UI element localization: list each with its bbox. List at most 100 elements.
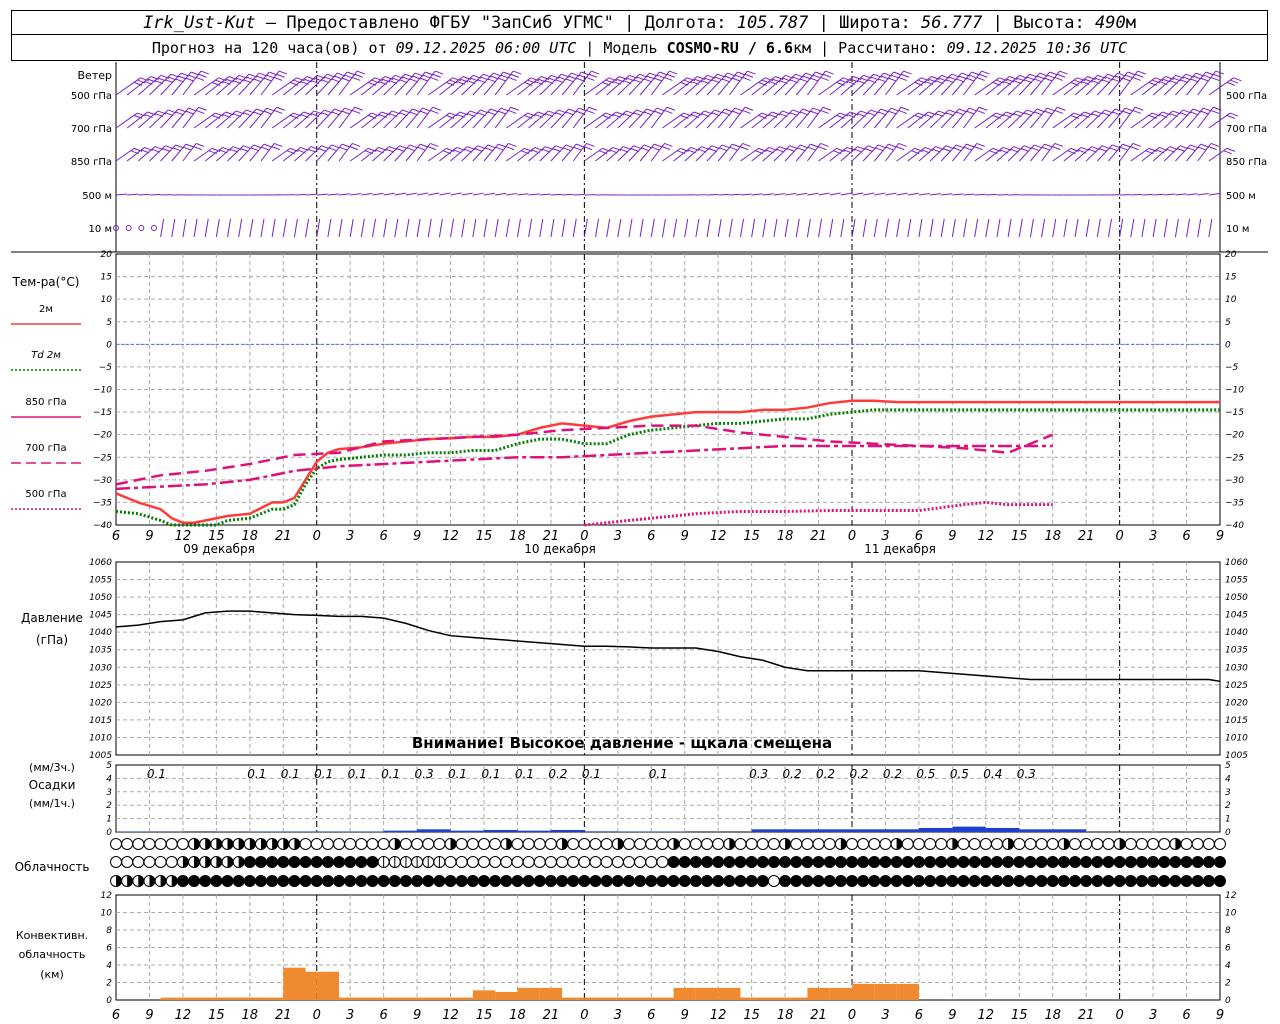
wind-barb-feather [474,148,483,152]
conv-bar [829,987,852,1000]
cloud-symbol [1135,838,1148,850]
conv-xtick: 0 [580,1008,588,1023]
wind-barb [863,192,875,196]
wind-barb-feather [484,147,494,152]
wind-barb [271,77,297,96]
temp-xtick: 15 [476,529,493,544]
wind-barb-feather [430,76,439,81]
cloud-symbol [1080,856,1093,868]
wind-barb-feather [500,107,509,112]
wind-barb-feather [508,76,517,81]
cloud-symbol [712,875,725,887]
cloud-symbol [1158,856,1171,868]
wind-barb-feather [877,78,887,83]
wind-barb-feather [1197,146,1207,151]
conv-bar [628,997,652,1000]
conv-xtick: 0 [848,1008,856,1023]
cloud-symbol [578,838,591,850]
convective-cloud-panel: 0 0 2 2 4 4 6 6 8 8 10 10 12 12 Конвективн. облачность (… [16,891,1237,1023]
wind-barb [773,193,786,196]
wind-barb-feather [419,110,429,115]
wind-barb-feather [1137,70,1146,75]
wind-barb [1052,147,1072,162]
conv-bar [450,997,473,1000]
wind-barb-feather [799,78,809,83]
temp-ytick-right: 20 [1225,250,1237,260]
cloud-symbol [1147,838,1160,850]
cloud-symbol [522,856,535,868]
pressure-ytick-left: 1035 [89,646,112,656]
wind-barb [282,218,287,238]
wind-barb-feather [1135,106,1144,111]
wind-barb [1174,218,1179,238]
cloud-symbol [489,856,502,868]
wind-barb [1052,218,1057,238]
conv-xtick: 6 [1182,1008,1190,1023]
temp-xtick: 0 [848,529,856,544]
wind-barb [461,218,466,238]
wind-barb [450,218,455,238]
wind-barb-feather [875,147,884,152]
meteogram-svg: Ветер 500 гПа 500 гПа 700 гПа 700 гПа 850 гПа… [11,62,1268,1023]
wind-barb [550,193,562,196]
wind-barb [974,193,986,196]
conv-xtick: 21 [810,1008,827,1023]
wind-barb-feather [810,143,819,148]
wind-barb-feather [341,143,351,148]
cloud-symbol [355,838,368,850]
cloud-symbol [243,875,256,887]
wind-barb [416,218,421,238]
wind-barb-feather [888,77,897,82]
conv-xtick: 15 [743,1008,760,1023]
cloud-symbol [901,875,914,887]
temp-xtick: 21 [275,529,292,544]
conv-xtick: 9 [948,1008,956,1023]
cloud-symbol [533,856,546,868]
cloud-symbol [678,856,691,868]
wind-barb [1164,193,1176,196]
cloud-symbol [734,856,747,868]
cloud-symbol [622,856,635,868]
wind-barb-feather [588,73,598,78]
wind-barb-feather [430,109,439,114]
wind-barb-feather [354,106,363,111]
wind-barb-feather [1135,73,1144,78]
wind-barb-feather [274,109,283,114]
wind-barb-feather [742,76,751,81]
cloud-symbol [756,875,769,887]
cloud-symbol [968,856,981,868]
wind-barb [238,218,243,238]
wind-barb-feather [825,70,834,75]
cloud-symbol [522,875,535,887]
cloud-symbol [812,838,825,850]
wind-barb [305,218,310,238]
wind-barb-feather [656,74,666,79]
wind-barb-feather [1034,144,1043,149]
wind-barb-feather [890,74,900,79]
wind-barb-feather [729,146,738,151]
cloud-symbol [388,875,401,887]
precip-bar [852,829,886,832]
conv-xtick: 21 [275,1008,292,1023]
wind-barb-feather [810,77,819,82]
conv-bar [562,997,585,1000]
conv-bar [896,983,919,1000]
wind-barb [505,218,510,238]
wind-barb-feather [1208,146,1217,151]
wind-barb-feather [495,146,504,151]
wind-barb-feather [344,74,353,79]
wind-barb [929,193,942,196]
wind-barb-feather [1034,78,1043,83]
cloud-symbol [1191,856,1204,868]
precip-ytick-right: 0 [1225,828,1231,838]
wind-barb-feather [818,146,827,151]
wind-barb [483,192,496,196]
cloud-symbol [1091,838,1104,850]
wind-barb-feather [565,78,575,83]
wind-barb [974,147,993,162]
wind-barb-feather [654,110,663,115]
wind-barb [516,218,521,238]
wind-barb [394,192,406,196]
pressure-ytick-left: 1055 [89,576,112,586]
conv-xtick: 3 [614,1008,622,1023]
